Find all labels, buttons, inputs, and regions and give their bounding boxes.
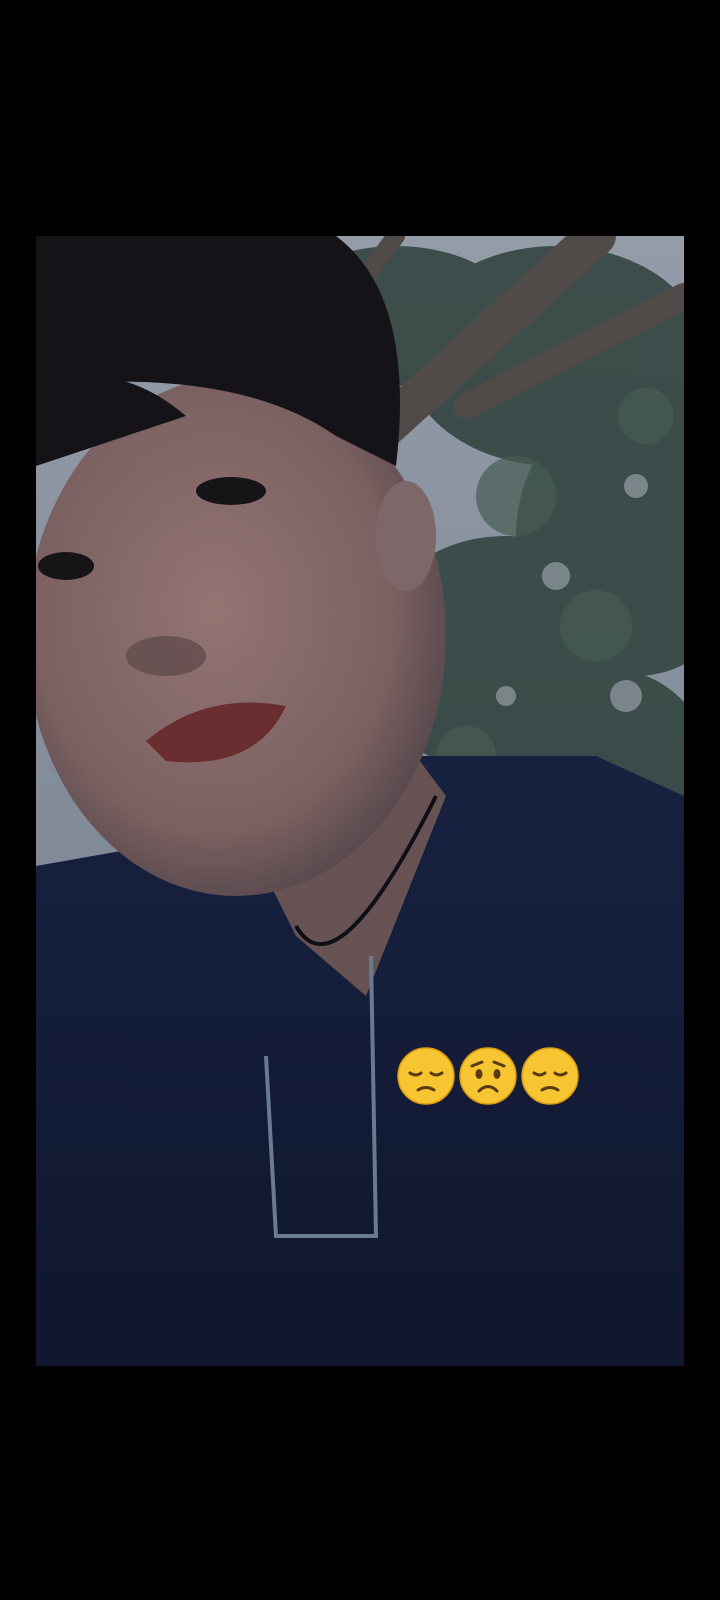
pensive-face-emoji: [397, 1047, 455, 1105]
selfie-photo: [36, 236, 684, 1366]
emoji-sticker[interactable]: [396, 1046, 580, 1106]
pensive-face-emoji: [521, 1047, 579, 1105]
story-photo[interactable]: [36, 236, 684, 1366]
worried-face-emoji: [459, 1047, 517, 1105]
story-viewer: [0, 0, 720, 1600]
